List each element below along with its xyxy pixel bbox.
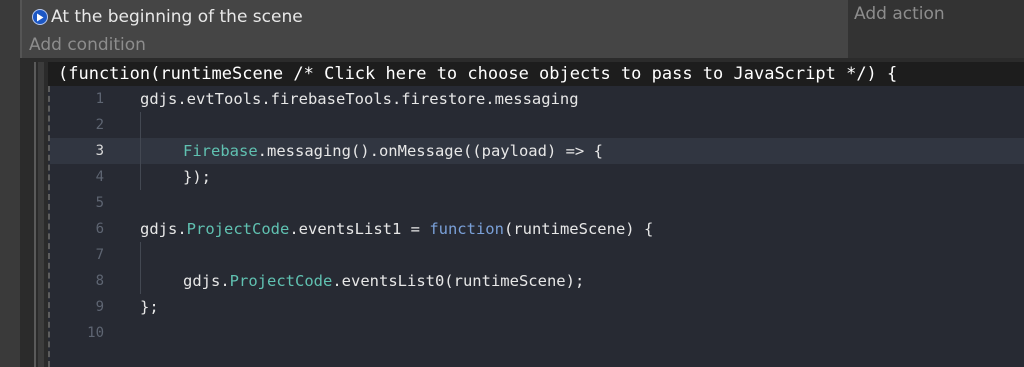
conditions-panel[interactable]: At the beginning of the scene Add condit… bbox=[20, 0, 848, 58]
event-rail-shadow bbox=[38, 62, 44, 367]
line-number: 4 bbox=[95, 169, 104, 185]
line-number: 10 bbox=[87, 325, 104, 341]
event-row: At the beginning of the scene Add condit… bbox=[20, 0, 1024, 58]
scene-start-icon bbox=[32, 9, 48, 25]
code-line[interactable]: 6 gdjs.ProjectCode.eventsList1 = function… bbox=[50, 216, 1024, 242]
code-text: gdjs.evtTools.firebaseTools.firestore.me… bbox=[140, 86, 579, 112]
indent-guide bbox=[140, 112, 141, 190]
code-line[interactable]: 1 gdjs.evtTools.firebaseTools.firestore.m… bbox=[50, 86, 1024, 112]
js-function-header[interactable]: (function(runtimeScene /* Click here to … bbox=[48, 62, 1024, 86]
line-number: 6 bbox=[95, 221, 104, 237]
code-line[interactable]: 8 gdjs.ProjectCode.eventsList0(runtimeSce… bbox=[50, 268, 1024, 294]
code-text: gdjs.ProjectCode.eventsList0(runtimeScen… bbox=[183, 268, 584, 294]
code-token: }; bbox=[140, 298, 159, 316]
line-number: 5 bbox=[95, 195, 104, 211]
code-line[interactable]: 10 bbox=[50, 320, 1024, 346]
code-token: function bbox=[429, 220, 504, 238]
indent-guide bbox=[140, 242, 141, 294]
condition-text: At the beginning of the scene bbox=[51, 7, 303, 27]
add-condition-button[interactable]: Add condition bbox=[29, 35, 146, 55]
code-token: gdjs.evtTools.firebaseTools.firestore.me… bbox=[140, 90, 579, 108]
line-number: 7 bbox=[95, 247, 104, 263]
code-line[interactable]: 3 Firebase.messaging().onMessage((payload… bbox=[50, 138, 1024, 164]
code-text: }); bbox=[183, 164, 211, 190]
code-text: Firebase.messaging().onMessage((payload)… bbox=[183, 138, 603, 164]
code-editor[interactable]: 1 gdjs.evtTools.firebaseTools.firestore.m… bbox=[48, 86, 1024, 367]
line-number: 9 bbox=[95, 299, 104, 315]
line-number: 3 bbox=[95, 143, 104, 159]
code-line[interactable]: 5 bbox=[50, 190, 1024, 216]
code-token: gdjs. bbox=[140, 220, 187, 238]
actions-panel[interactable]: Add action bbox=[848, 0, 1024, 58]
condition-item[interactable]: At the beginning of the scene bbox=[32, 6, 303, 28]
code-token: ProjectCode bbox=[186, 220, 290, 238]
line-number: 1 bbox=[95, 91, 104, 107]
code-text: }; bbox=[140, 294, 159, 320]
code-line[interactable]: 2 bbox=[50, 112, 1024, 138]
code-token: .messaging().onMessage((payload) => { bbox=[257, 142, 603, 160]
line-number: 2 bbox=[95, 117, 104, 133]
add-action-button[interactable]: Add action bbox=[854, 4, 945, 24]
code-token: }); bbox=[183, 168, 211, 186]
code-line[interactable]: 9}; bbox=[50, 294, 1024, 320]
event-rail bbox=[34, 62, 36, 367]
code-token: .eventsList0(runtimeScene); bbox=[332, 272, 585, 290]
left-gutter bbox=[0, 0, 20, 367]
code-token: (runtimeScene) { bbox=[503, 220, 654, 238]
code-text: gdjs.ProjectCode.eventsList1 = function(… bbox=[140, 216, 653, 242]
code-line[interactable]: 7 bbox=[50, 242, 1024, 268]
code-token: gdjs. bbox=[183, 272, 230, 290]
code-token: ProjectCode bbox=[229, 272, 333, 290]
line-number: 8 bbox=[95, 273, 104, 289]
code-token: .eventsList1 = bbox=[289, 220, 430, 238]
javascript-event: (function(runtimeScene /* Click here to … bbox=[20, 58, 1024, 367]
code-line[interactable]: 4}); bbox=[50, 164, 1024, 190]
code-token: Firebase bbox=[183, 142, 258, 160]
